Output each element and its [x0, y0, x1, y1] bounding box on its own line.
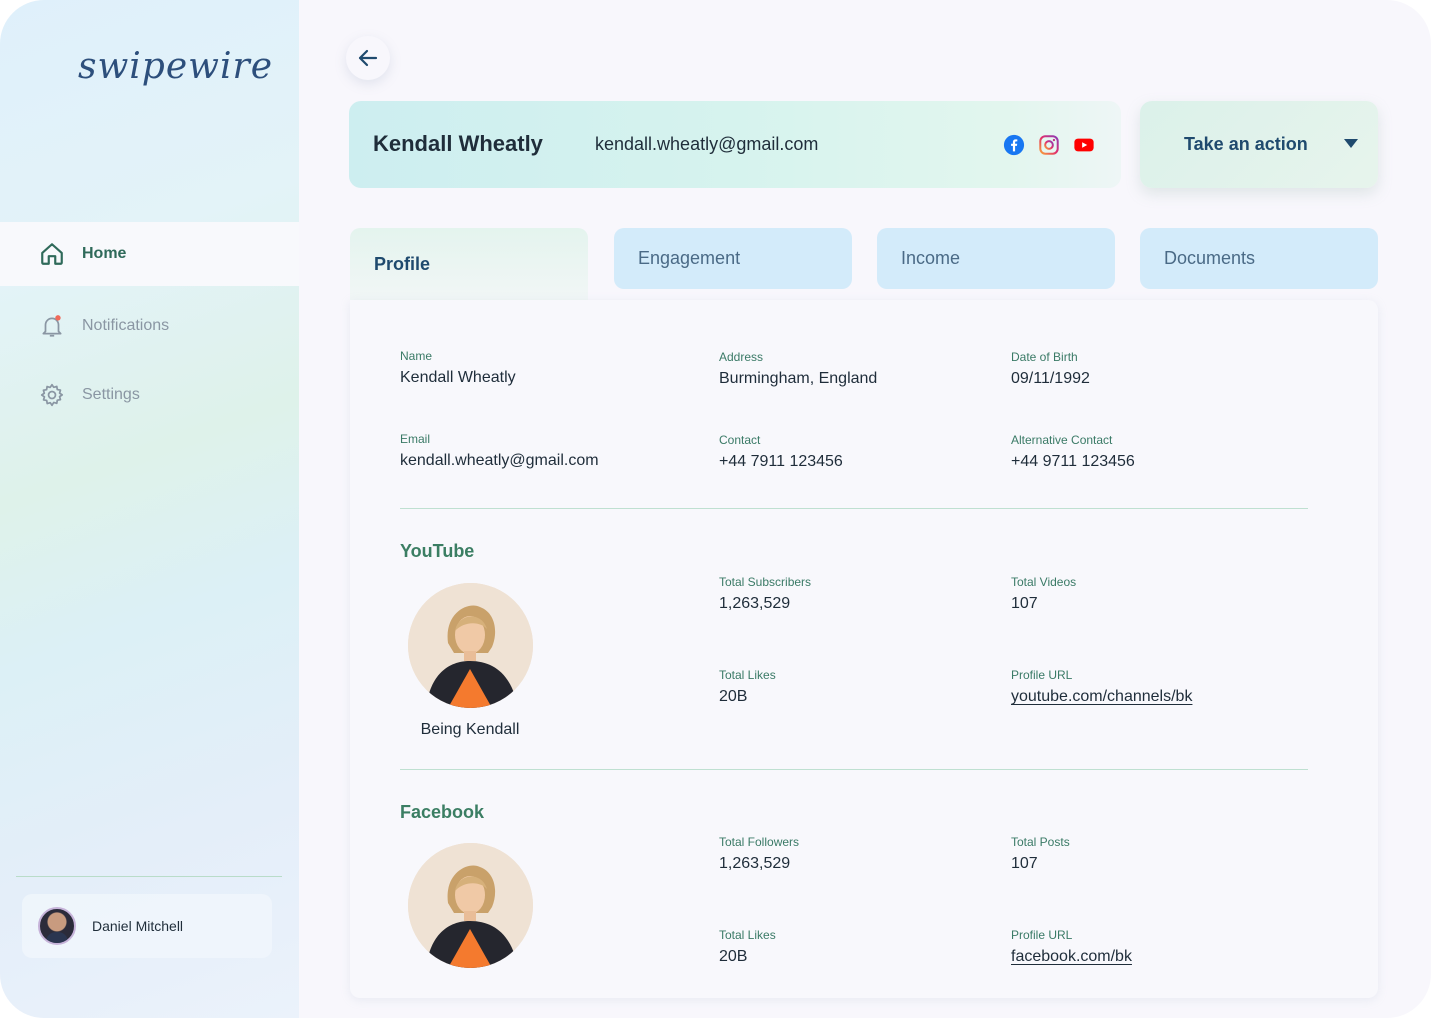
facebook-icon[interactable] [1003, 134, 1025, 156]
field-email: Email kendall.wheatly@gmail.com [400, 432, 599, 469]
facebook-page-avatar [408, 843, 533, 968]
avatar [38, 907, 76, 945]
tab-documents[interactable]: Documents [1140, 228, 1378, 289]
facebook-section-title: Facebook [400, 802, 485, 822]
tab-engagement[interactable]: Engagement [614, 228, 852, 289]
home-icon [38, 240, 66, 268]
take-action-dropdown[interactable]: Take an action [1140, 101, 1378, 188]
youtube-channel-avatar [408, 583, 533, 708]
tab-profile[interactable]: Profile [350, 228, 588, 300]
field-dob: Date of Birth 09/11/1992 [1011, 350, 1090, 387]
field-youtube-videos: Total Videos 107 [1011, 575, 1077, 612]
section-divider [400, 508, 1308, 509]
section-divider [400, 769, 1308, 770]
youtube-profile-link[interactable]: youtube.com/channels/bk [1011, 688, 1192, 706]
user-profile-card[interactable]: Daniel Mitchell [22, 894, 272, 958]
field-contact: Contact +44 7911 123456 [719, 433, 843, 470]
field-facebook-likes: Total Likes 20B [719, 928, 776, 965]
caret-down-icon [1344, 139, 1358, 148]
take-action-label: Take an action [1184, 134, 1308, 154]
user-name: Daniel Mitchell [92, 918, 184, 934]
tab-label: Income [901, 248, 961, 268]
sidebar-item-label: Home [82, 245, 127, 262]
sidebar-item-label: Settings [82, 386, 140, 403]
field-facebook-posts: Total Posts 107 [1011, 835, 1070, 872]
influencer-name: Kendall Wheatly [373, 131, 543, 156]
tab-label: Profile [374, 253, 431, 274]
field-address: Address Burmingham, England [719, 350, 878, 387]
back-button[interactable] [346, 36, 390, 80]
app-logo: swipewire [78, 46, 273, 87]
field-youtube-subscribers: Total Subscribers 1,263,529 [719, 575, 812, 612]
tab-label: Documents [1164, 248, 1256, 268]
field-name: Name Kendall Wheatly [400, 349, 516, 386]
sidebar: swipewire Home Notifications Settings Da… [0, 0, 299, 1018]
tab-label: Engagement [638, 248, 741, 268]
facebook-profile-link[interactable]: facebook.com/bk [1011, 948, 1132, 966]
tab-income[interactable]: Income [877, 228, 1115, 289]
sidebar-divider [16, 876, 282, 877]
field-facebook-followers: Total Followers 1,263,529 [719, 835, 800, 872]
youtube-section-title: YouTube [400, 541, 475, 561]
sidebar-item-label: Notifications [82, 317, 170, 334]
instagram-icon[interactable] [1038, 134, 1060, 156]
gear-icon [38, 381, 66, 409]
field-alt-contact: Alternative Contact +44 9711 123456 [1011, 433, 1135, 470]
sidebar-item-home[interactable]: Home [0, 222, 299, 286]
sidebar-item-settings[interactable]: Settings [0, 363, 299, 427]
app-window: swipewire Home Notifications Settings Da… [0, 0, 1431, 1018]
arrow-left-icon [358, 49, 378, 67]
sidebar-item-notifications[interactable]: Notifications [0, 294, 299, 358]
bell-icon [38, 312, 66, 340]
field-youtube-url: Profile URL youtube.com/channels/bk [1011, 668, 1193, 706]
youtube-channel-name: Being Kendall [420, 721, 520, 738]
influencer-email: kendall.wheatly@gmail.com [595, 134, 819, 154]
influencer-header: Kendall Wheatly kendall.wheatly@gmail.co… [349, 101, 1121, 188]
field-facebook-url: Profile URL facebook.com/bk [1011, 928, 1132, 966]
field-youtube-likes: Total Likes 20B [719, 668, 776, 705]
youtube-icon[interactable] [1073, 134, 1095, 156]
